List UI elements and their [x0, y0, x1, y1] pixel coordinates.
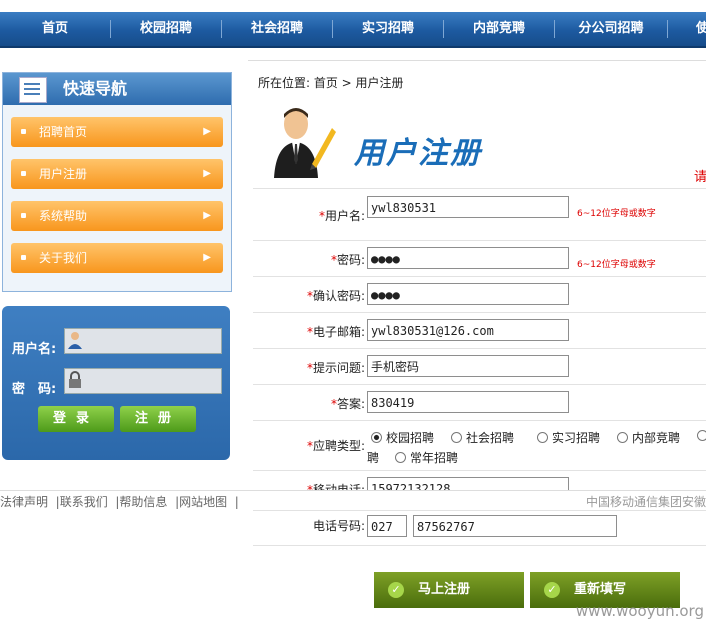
- radio-checked-icon: [371, 432, 382, 443]
- top-strip: [0, 0, 706, 12]
- nav-branch[interactable]: 分公司招聘: [555, 12, 667, 46]
- footer-link-help[interactable]: 帮助信息: [119, 495, 167, 509]
- quick-nav-label: 招聘首页: [39, 125, 88, 139]
- lock-icon: [69, 371, 81, 388]
- quick-nav-title: 快速导航: [63, 79, 128, 98]
- nav-social[interactable]: 社会招聘: [222, 12, 332, 46]
- username-label: 用户名:: [12, 342, 57, 357]
- quick-nav-item-home[interactable]: 招聘首页 ▶: [11, 117, 223, 147]
- type-option-campus[interactable]: 校园招聘: [371, 429, 434, 446]
- breadcrumb: 所在位置: 首页 > 用户注册: [258, 76, 404, 90]
- footer-links: 法律声明 |联系我们 |帮助信息 |网站地图 |: [0, 493, 239, 510]
- quick-nav-panel: 快速导航 招聘首页 ▶ 用户注册 ▶ 系统帮助 ▶ 关于我们 ▶: [2, 72, 232, 292]
- watermark: www.wooyun.org: [575, 602, 704, 620]
- login-panel: 用户名: 密 码: 登录 注册: [2, 306, 230, 460]
- row-username: *用户名: ywl830531 6~12位字母或数字: [253, 188, 706, 241]
- chevron-right-icon: ▶: [203, 252, 211, 263]
- phone-area-input[interactable]: 027: [367, 515, 407, 537]
- check-icon: ✓: [544, 582, 560, 598]
- page-hint: 请: [694, 170, 706, 185]
- radio-icon: [537, 432, 548, 443]
- row-phone: 电话号码: 027 87562767: [253, 510, 706, 546]
- type-option-branch[interactable]: [697, 429, 706, 443]
- quick-nav-item-register[interactable]: 用户注册 ▶: [11, 159, 223, 189]
- quick-nav-label: 用户注册: [39, 167, 88, 181]
- quick-nav-label: 关于我们: [39, 251, 88, 265]
- type-option-yearround[interactable]: 常年招聘: [395, 449, 458, 466]
- mobile-input[interactable]: 15972132128: [367, 477, 569, 491]
- nav-campus[interactable]: 校园招聘: [111, 12, 221, 46]
- password-label: 密 码:: [12, 382, 57, 397]
- username-input[interactable]: ywl830531: [367, 196, 569, 218]
- bullet-icon: [21, 255, 26, 260]
- bullet-icon: [21, 213, 26, 218]
- confirm-password-input[interactable]: ●●●●: [367, 283, 569, 305]
- footer-link-sitemap[interactable]: 网站地图: [179, 495, 227, 509]
- row-type: *应聘类型: 校园招聘 社会招聘 实习招聘 内部竞聘 聘 常年招聘: [253, 420, 706, 471]
- chevron-right-icon: ▶: [203, 126, 211, 137]
- email-input[interactable]: ywl830531@126.com: [367, 319, 569, 341]
- nav-more[interactable]: 使: [668, 12, 706, 46]
- radio-icon: [395, 452, 406, 463]
- radio-icon: [617, 432, 628, 443]
- nav-internal[interactable]: 内部竞聘: [444, 12, 554, 46]
- footer-separator: |: [51, 495, 60, 509]
- bullet-icon: [21, 129, 26, 134]
- login-button[interactable]: 登录: [38, 406, 114, 432]
- check-icon: ✓: [388, 582, 404, 598]
- row-mobile: *移动电话: 15972132128: [253, 470, 706, 491]
- notepad-icon: [19, 77, 47, 103]
- footer-link-contact[interactable]: 联系我们: [60, 495, 108, 509]
- chevron-right-icon: ▶: [203, 210, 211, 221]
- radio-icon: [451, 432, 462, 443]
- quick-nav-item-help[interactable]: 系统帮助 ▶: [11, 201, 223, 231]
- user-icon: [68, 332, 82, 349]
- row-confirm: *确认密码: ●●●●: [253, 276, 706, 313]
- type-field-label: *应聘类型:: [306, 439, 365, 453]
- divider: [248, 60, 706, 61]
- type-option-wrap-text: 聘: [367, 451, 380, 465]
- bullet-icon: [21, 171, 26, 176]
- answer-input[interactable]: 830419: [367, 391, 569, 413]
- quick-nav-item-about[interactable]: 关于我们 ▶: [11, 243, 223, 273]
- phone-field-label: 电话号码:: [312, 519, 365, 533]
- question-input[interactable]: 手机密码: [367, 355, 569, 377]
- footer-separator: |: [171, 495, 180, 509]
- nav-intern[interactable]: 实习招聘: [333, 12, 443, 46]
- type-option-social[interactable]: 社会招聘: [451, 429, 514, 446]
- password-input[interactable]: ●●●●: [367, 247, 569, 269]
- nav-home[interactable]: 首页: [0, 12, 110, 46]
- password-field-label: *密码:: [330, 253, 365, 267]
- radio-icon: [697, 430, 706, 441]
- register-button[interactable]: 注册: [120, 406, 196, 432]
- main-nav: 首页 校园招聘 社会招聘 实习招聘 内部竞聘 分公司招聘 使: [0, 12, 706, 48]
- username-tip: 6~12位字母或数字: [577, 209, 656, 219]
- login-password-input[interactable]: [64, 368, 222, 394]
- type-option-internal[interactable]: 内部竞聘: [617, 429, 680, 446]
- question-field-label: *提示问题:: [306, 361, 365, 375]
- email-field-label: *电子邮箱:: [306, 325, 365, 339]
- submit-label: 马上注册: [418, 582, 471, 597]
- user-avatar-icon: [274, 108, 336, 178]
- row-question: *提示问题: 手机密码: [253, 348, 706, 385]
- submit-register-button[interactable]: ✓ 马上注册: [374, 572, 524, 608]
- footer-link-legal[interactable]: 法律声明: [0, 495, 48, 509]
- username-field-label: *用户名:: [318, 209, 365, 223]
- page-title: 用户注册: [354, 136, 482, 171]
- row-password: *密码: ●●●● 6~12位字母或数字: [253, 240, 706, 277]
- row-answer: *答案: 830419: [253, 384, 706, 421]
- row-email: *电子邮箱: ywl830531@126.com: [253, 312, 706, 349]
- chevron-right-icon: ▶: [203, 168, 211, 179]
- quick-nav-header: 快速导航: [3, 73, 231, 105]
- quick-nav-label: 系统帮助: [39, 209, 88, 223]
- phone-number-input[interactable]: 87562767: [413, 515, 617, 537]
- type-option-intern[interactable]: 实习招聘: [537, 429, 600, 446]
- login-username-input[interactable]: [64, 328, 222, 354]
- footer-copyright: 中国移动通信集团安徽: [585, 495, 706, 509]
- answer-field-label: *答案:: [330, 397, 365, 411]
- confirm-field-label: *确认密码:: [306, 289, 365, 303]
- footer-separator: |: [230, 495, 239, 509]
- password-tip: 6~12位字母或数字: [577, 260, 656, 270]
